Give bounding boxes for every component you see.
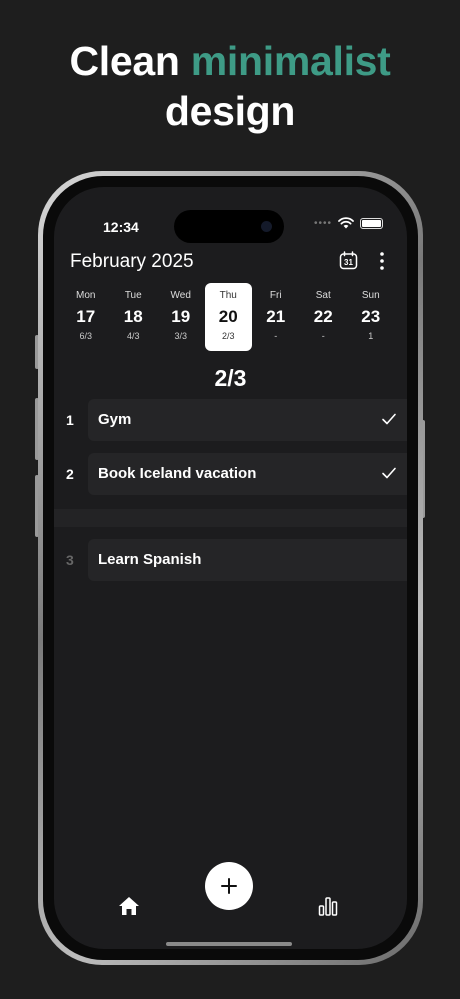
day-number: 19 (171, 307, 191, 326)
day-name: Tue (124, 290, 142, 301)
daily-summary: 2/3 (214, 365, 247, 391)
day-score: - (321, 331, 325, 341)
plus-icon (221, 878, 237, 894)
headline-accent: minimalist (190, 38, 391, 84)
day-score: 2/3 (221, 331, 235, 341)
day-sun[interactable]: Sun 23 1 (347, 283, 395, 351)
phone-frame: 12:34 •••• February 2025 31 Mon 17 6/3 T… (38, 171, 423, 965)
day-name: Sun (361, 290, 380, 301)
task-row[interactable]: 2 Book Iceland vacation (54, 453, 407, 495)
task-index: 3 (66, 552, 74, 568)
day-name: Mon (76, 290, 96, 301)
day-number: 23 (361, 307, 381, 326)
day-score: - (274, 331, 278, 341)
marketing-headline: Clean minimalist design (0, 36, 460, 136)
home-indicator (166, 942, 292, 946)
day-score: 3/3 (174, 331, 187, 341)
task-label: Book Iceland vacation (98, 465, 257, 482)
headline-part1: Clean (69, 38, 180, 84)
task-label: Learn Spanish (98, 551, 202, 568)
check-icon[interactable] (381, 411, 397, 427)
day-number: 20 (218, 307, 238, 326)
calendar-icon[interactable]: 31 (339, 251, 358, 270)
day-wed[interactable]: Wed 19 3/3 (157, 283, 205, 351)
task-index: 1 (66, 412, 74, 428)
day-score: 1 (368, 331, 374, 341)
task-item[interactable]: Gym (88, 399, 407, 441)
day-number: 22 (313, 307, 333, 326)
home-icon[interactable] (118, 895, 140, 917)
day-score: 6/3 (79, 331, 92, 341)
day-number: 17 (76, 307, 96, 326)
app-screen: 12:34 •••• February 2025 31 Mon 17 6/3 T… (54, 187, 407, 949)
day-fri[interactable]: Fri 21 - (252, 283, 300, 351)
day-name: Wed (170, 290, 191, 301)
day-mon[interactable]: Mon 17 6/3 (62, 283, 110, 351)
month-title: February 2025 (70, 251, 194, 272)
day-tue[interactable]: Tue 18 4/3 (110, 283, 158, 351)
day-name: Sat (315, 290, 331, 301)
day-score: 4/3 (126, 331, 140, 341)
check-icon[interactable] (381, 465, 397, 481)
status-time: 12:34 (103, 219, 139, 235)
bar-chart-icon[interactable] (317, 895, 339, 917)
task-item[interactable]: Learn Spanish (88, 539, 407, 581)
task-row[interactable]: 1 Gym (54, 399, 407, 441)
day-sat[interactable]: Sat 22 - (300, 283, 348, 351)
battery-icon (360, 217, 383, 229)
week-strip: Mon 17 6/3 Tue 18 4/3 Wed 19 3/3 Thu 20 2/3 Fri 21- Sa… (62, 283, 402, 351)
task-item[interactable]: Book Iceland vacation (88, 453, 407, 495)
day-name: Fri (269, 290, 282, 301)
camera-icon (261, 221, 272, 232)
day-thu[interactable]: Thu 20 2/3 (204, 283, 252, 351)
day-name: Thu (219, 290, 237, 301)
headline-part2: design (164, 88, 296, 134)
section-divider (54, 509, 407, 527)
status-icons: •••• (314, 217, 383, 229)
day-number: 18 (123, 307, 143, 326)
day-number: 21 (266, 307, 286, 326)
dynamic-island (174, 210, 284, 243)
task-label: Gym (98, 411, 132, 428)
task-row[interactable]: 3 Learn Spanish (54, 539, 407, 581)
calendar-day: 31 (344, 258, 353, 267)
signal-dots: •••• (313, 217, 332, 229)
add-task-button[interactable] (205, 862, 253, 910)
more-vertical-icon[interactable] (374, 251, 390, 271)
wifi-icon (338, 217, 354, 229)
task-index: 2 (66, 466, 74, 482)
